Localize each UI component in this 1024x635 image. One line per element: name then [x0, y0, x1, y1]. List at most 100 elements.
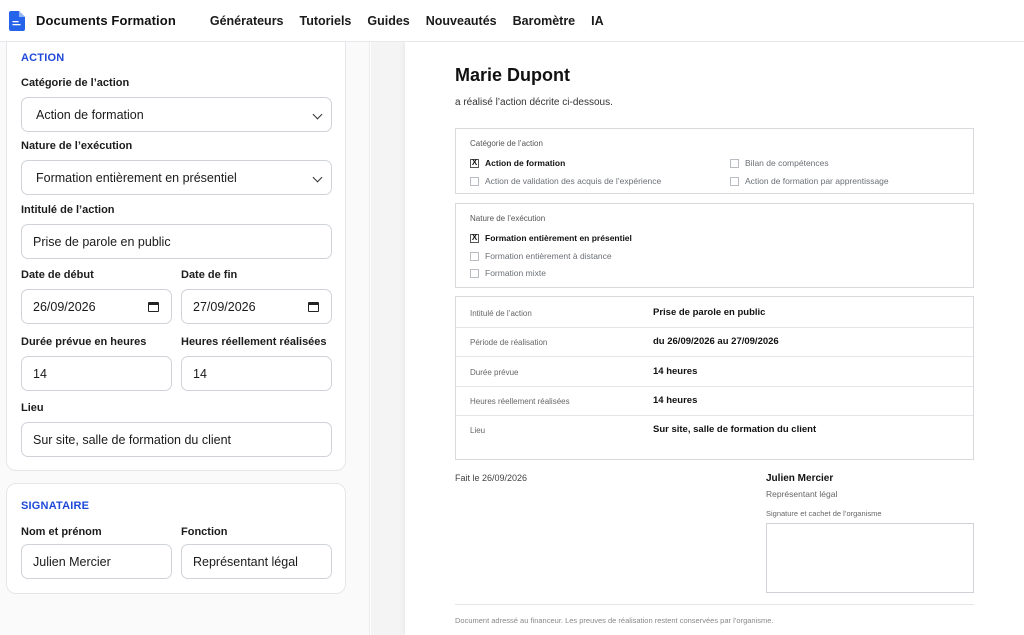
nature-select-value: Formation entièrement en présentiel	[36, 170, 237, 185]
signer-role: Représentant légal	[766, 489, 838, 499]
document-footer: Document adressé au financeur. Les preuv…	[455, 616, 774, 625]
certificate-document: Marie Dupont a réalisé l’action décrite …	[405, 42, 1024, 635]
row-value: Prise de parole en public	[653, 307, 766, 318]
row-key: Durée prévue	[470, 368, 519, 377]
nature-box: Nature de l’exécution X Formation entière…	[455, 203, 974, 288]
chevron-down-icon	[312, 172, 323, 183]
lieu-label: Lieu	[21, 402, 44, 414]
lieu-input-value: Sur site, salle de formation du client	[33, 432, 232, 447]
footer-divider	[455, 604, 974, 605]
intitule-input[interactable]: Prise de parole en public	[21, 224, 332, 259]
signer-role-input[interactable]: Représentant légal	[181, 544, 332, 579]
nature-select[interactable]: Formation entièrement en présentiel	[21, 160, 332, 195]
lieu-input[interactable]: Sur site, salle de formation du client	[21, 422, 332, 457]
start-date-value: 26/09/2026	[33, 299, 96, 314]
details-table: Intitulé de l’action Prise de parole en …	[455, 296, 974, 460]
nav-link-generateurs[interactable]: Générateurs	[210, 14, 284, 28]
checkbox-empty-icon	[730, 176, 739, 186]
nav-link-ia[interactable]: IA	[591, 14, 604, 28]
signer-name-input[interactable]: Julien Mercier	[21, 544, 172, 579]
intitule-label: Intitulé de l’action	[21, 204, 115, 216]
nature-caption: Nature de l’exécution	[470, 214, 546, 223]
checkbox-empty-icon	[470, 268, 479, 278]
made-on-date: Fait le 26/09/2026	[455, 473, 528, 483]
document-logo-icon[interactable]	[9, 10, 25, 31]
nature-checkbox-distance: Formation entièrement à distance	[470, 251, 612, 261]
category-caption: Catégorie de l’action	[470, 139, 543, 148]
checkbox-checked-icon: X	[470, 233, 479, 243]
checkbox-checked-icon: X	[470, 158, 479, 168]
category-checkbox-bilan: Bilan de compétences	[730, 158, 829, 168]
end-date-label: Date de fin	[181, 269, 238, 281]
row-value: 14 heures	[653, 395, 698, 406]
signer-name: Julien Mercier	[766, 473, 834, 484]
table-row: Période de réalisation du 26/09/2026 au …	[456, 328, 973, 357]
nav-link-tutoriels[interactable]: Tutoriels	[300, 14, 352, 28]
row-value: Sur site, salle de formation du client	[653, 424, 817, 435]
checkbox-label: Formation entièrement à distance	[485, 251, 612, 261]
category-checkbox-formation: X Action de formation	[470, 158, 565, 168]
end-date-value: 27/09/2026	[193, 299, 256, 314]
category-checkbox-apprentissage: Action de formation par apprentissage	[730, 176, 889, 186]
brand-name[interactable]: Documents Formation	[36, 13, 176, 28]
signer-name-label: Nom et prénom	[21, 526, 102, 538]
duree-input-value: 14	[33, 366, 47, 381]
document-preview-area: Marie Dupont a réalisé l’action décrite …	[371, 42, 1024, 635]
table-row: Lieu Sur site, salle de formation du cli…	[456, 416, 973, 445]
row-value: du 26/09/2026 au 27/09/2026	[653, 336, 779, 347]
top-navigation-bar: Documents Formation Générateurs Tutoriel…	[0, 0, 1024, 42]
duree-input[interactable]: 14	[21, 356, 172, 391]
table-row: Heures réellement réalisées 14 heures	[456, 387, 973, 416]
start-date-input[interactable]: 26/09/2026	[21, 289, 172, 324]
nature-label: Nature de l’exécution	[21, 140, 133, 152]
checkbox-empty-icon	[730, 158, 739, 168]
category-checkbox-vae: Action de validation des acquis de l’exp…	[470, 176, 661, 186]
main-nav: Générateurs Tutoriels Guides Nouveautés …	[210, 14, 604, 28]
category-select[interactable]: Action de formation	[21, 97, 332, 132]
signature-caption: Signature et cachet de l’organisme	[766, 509, 882, 518]
signataire-section-card: SIGNATAIRE Nom et prénom Julien Mercier …	[6, 483, 346, 594]
signer-name-value: Julien Mercier	[33, 554, 111, 569]
table-row: Intitulé de l’action Prise de parole en …	[456, 299, 973, 328]
duree-label: Durée prévue en heures	[21, 336, 147, 348]
category-select-value: Action de formation	[36, 107, 144, 122]
row-value: 14 heures	[653, 366, 698, 377]
trainee-name: Marie Dupont	[455, 65, 570, 85]
checkbox-label: Formation entièrement en présentiel	[485, 233, 632, 243]
nav-link-guides[interactable]: Guides	[367, 14, 409, 28]
start-date-label: Date de début	[21, 269, 94, 281]
row-key: Période de réalisation	[470, 338, 548, 347]
signer-role-label: Fonction	[181, 526, 228, 538]
nature-checkbox-presentiel: X Formation entièrement en présentiel	[470, 233, 632, 243]
calendar-icon[interactable]	[148, 302, 159, 312]
chevron-down-icon	[312, 109, 323, 120]
row-key: Lieu	[470, 426, 486, 435]
end-date-input[interactable]: 27/09/2026	[181, 289, 332, 324]
category-box: Catégorie de l’action X Action de formati…	[455, 128, 974, 194]
checkbox-label: Action de formation	[485, 158, 566, 168]
category-label: Catégorie de l’action	[21, 77, 130, 89]
intitule-input-value: Prise de parole en public	[33, 234, 171, 249]
form-panel: ACTION Catégorie de l’action Action de f…	[0, 30, 370, 635]
nav-link-barometre[interactable]: Baromètre	[513, 14, 576, 28]
checkbox-label: Formation mixte	[485, 268, 546, 278]
action-section-card: ACTION Catégorie de l’action Action de f…	[6, 30, 346, 471]
heures-input[interactable]: 14	[181, 356, 332, 391]
checkbox-empty-icon	[470, 251, 479, 261]
signature-box	[766, 523, 974, 593]
signataire-section-title: SIGNATAIRE	[21, 500, 90, 512]
row-key: Intitulé de l’action	[470, 309, 532, 318]
heures-input-value: 14	[193, 366, 207, 381]
table-row: Durée prévue 14 heures	[456, 358, 973, 387]
heures-label: Heures réellement réalisées	[181, 336, 327, 348]
action-section-title: ACTION	[21, 52, 65, 64]
checkbox-empty-icon	[470, 176, 479, 186]
nature-checkbox-mixte: Formation mixte	[470, 268, 546, 278]
checkbox-label: Bilan de compétences	[745, 158, 829, 168]
nav-link-nouveautes[interactable]: Nouveautés	[426, 14, 497, 28]
document-subtitle: a réalisé l’action décrite ci-dessous.	[455, 97, 613, 108]
calendar-icon[interactable]	[308, 302, 319, 312]
row-key: Heures réellement réalisées	[470, 397, 570, 406]
checkbox-label: Action de formation par apprentissage	[745, 176, 889, 186]
signer-role-value: Représentant légal	[193, 554, 298, 569]
